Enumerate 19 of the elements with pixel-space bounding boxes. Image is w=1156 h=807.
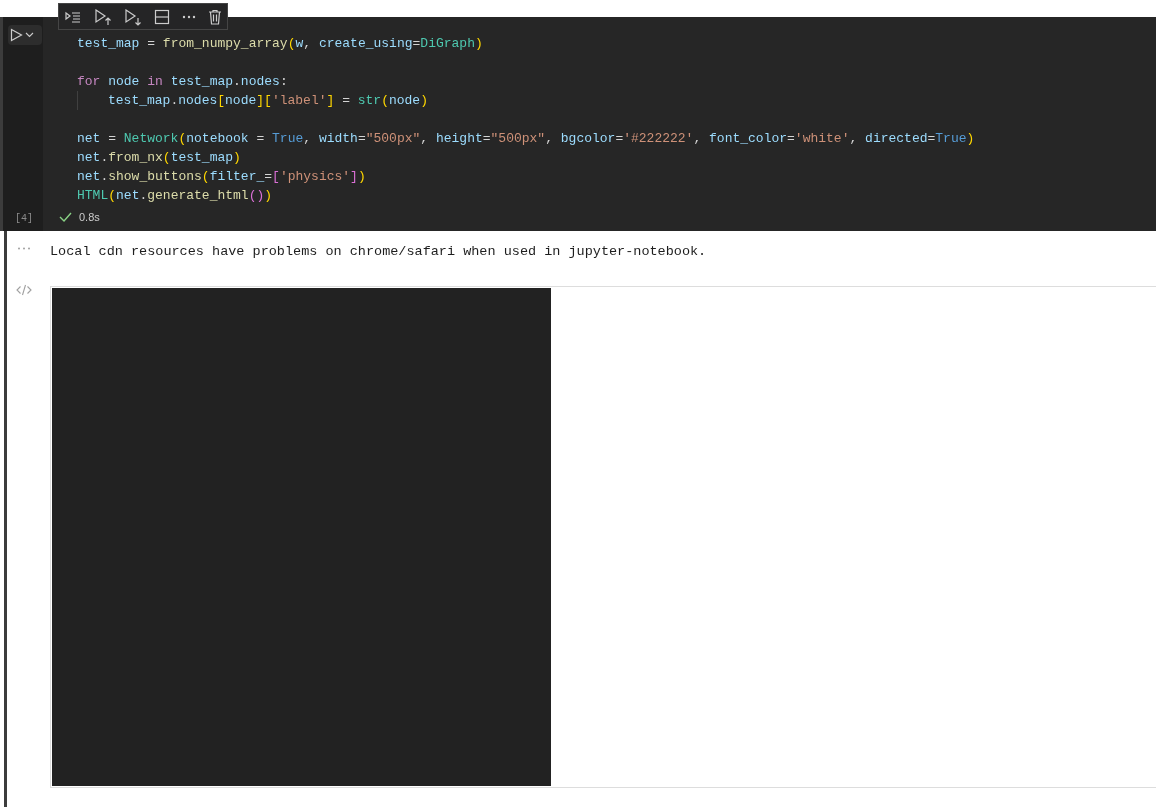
code-line: HTML(net.generate_html()) [77,187,273,205]
run-below-icon[interactable] [124,7,142,26]
more-icon[interactable] [182,14,196,19]
split-cell-icon[interactable] [154,8,170,25]
code-line: test_map.nodes[node]['label'] = str(node) [108,92,428,110]
code-line: for node in test_map.nodes: [77,73,288,91]
play-icon [10,28,23,42]
trash-icon[interactable] [208,8,222,25]
code-line: net = Network(notebook = True, width="500px", height="500px", bgcolor='#222222', font_color='white', directed=True) [77,130,975,148]
run-above-icon[interactable] [94,7,112,26]
code-icon[interactable] [16,284,32,296]
code-line: net.show_buttons(filter_=['physics']) [77,168,366,186]
chevron-down-icon [25,32,34,38]
code-line: net.from_nx(test_map) [77,149,241,167]
execution-time: 0.8s [79,209,100,225]
output-text: Local cdn resources have problems on chrome/safari when used in jupyter-notebook. [50,243,707,261]
code-line: test_map = from_numpy_array(w, create_using=DiGraph) [77,35,483,53]
run-button[interactable] [8,25,42,45]
execution-count: [4] [15,212,34,226]
